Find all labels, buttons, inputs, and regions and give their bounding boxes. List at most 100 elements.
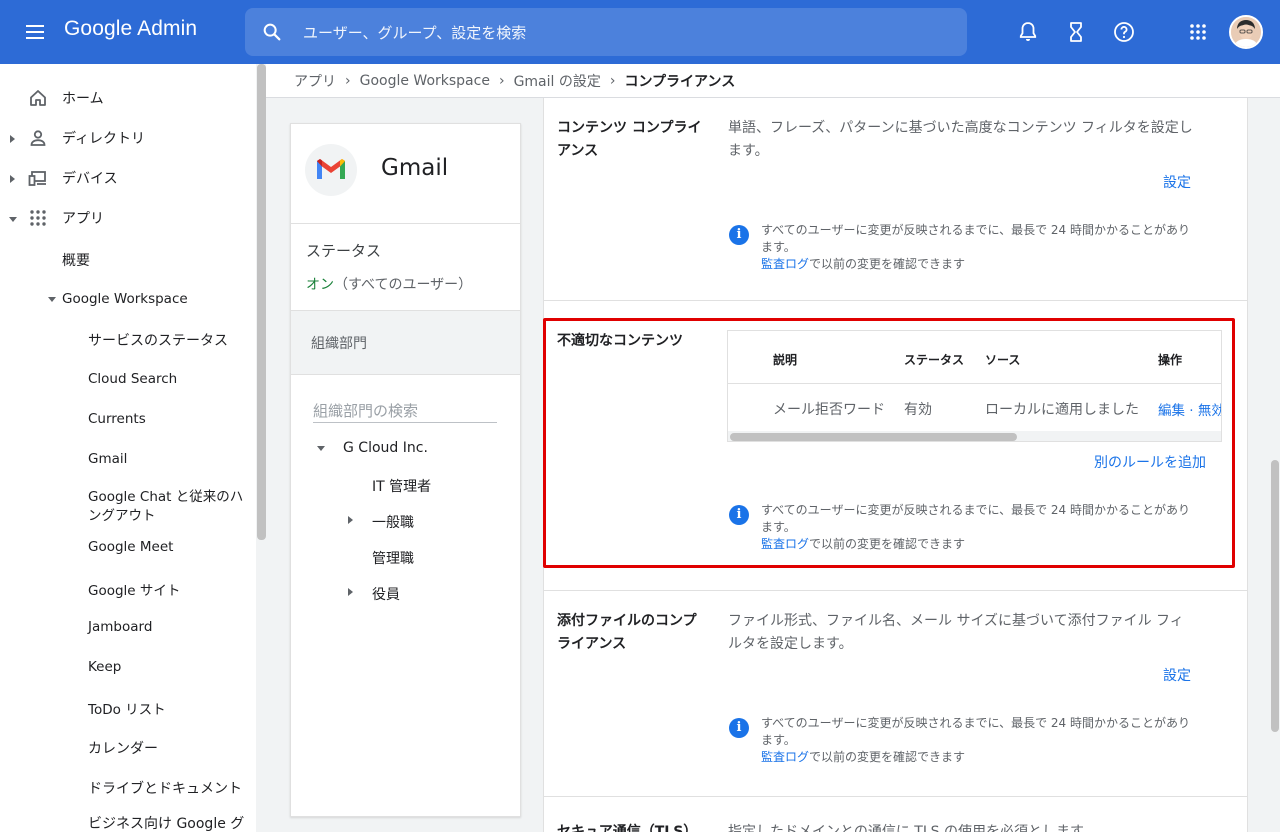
desc-line: ルタを設定します。: [728, 636, 853, 652]
info-line: ます。: [761, 240, 796, 254]
expand-arrow-icon[interactable]: [10, 175, 15, 183]
status-scope: （すべてのユーザー）: [334, 277, 473, 293]
chevron-right-icon: ›: [498, 72, 505, 89]
info-line: すべてのユーザーに変更が反映されるまでに、最長で 24 時間かかることがあり: [761, 716, 1190, 730]
nav-item-gmail[interactable]: Gmail: [88, 451, 127, 467]
info-line: で以前の変更を確認できます: [809, 750, 966, 764]
nav-item-google-workspace[interactable]: Google Workspace: [62, 291, 188, 307]
info-notice: すべてのユーザーに変更が反映されるまでに、最長で 24 時間かかることがあり ま…: [761, 715, 1223, 766]
status-on: オン: [306, 277, 334, 293]
highlight-box: [543, 318, 1235, 568]
info-icon: i: [729, 718, 749, 738]
divider: [291, 223, 520, 224]
nav-item-directory[interactable]: ディレクトリ: [28, 128, 145, 148]
chevron-right-icon: ›: [345, 72, 351, 89]
divider: [543, 300, 1248, 301]
section-desc-content-compliance: 単語、フレーズ、パターンに基づいた高度なコンテンツ フィルタを設定し ます。: [728, 117, 1228, 163]
hourglass-icon[interactable]: [1064, 20, 1088, 44]
expand-arrow-icon[interactable]: [348, 516, 353, 524]
breadcrumb-current: コンプライアンス: [624, 73, 736, 90]
title-line: コンテンツ コンプライ: [557, 120, 702, 136]
nav-item-calendar[interactable]: カレンダー: [88, 738, 158, 758]
devices-icon: [28, 171, 46, 186]
org-unit-header: 組織部門: [291, 311, 520, 374]
nav-item-jamboard[interactable]: Jamboard: [88, 619, 152, 635]
top-app-bar: Google Admin ユーザー、グループ、設定を検索: [0, 0, 1280, 64]
brand-logo[interactable]: Google Admin: [64, 17, 197, 41]
nav-item-google-sites[interactable]: Google サイト: [88, 579, 180, 599]
expand-arrow-icon[interactable]: [10, 135, 15, 143]
org-tree-item[interactable]: 役員: [372, 584, 400, 604]
status-label: ステータス: [306, 242, 382, 260]
person-icon: [30, 130, 46, 146]
help-icon[interactable]: [1112, 20, 1136, 44]
search-icon: [263, 23, 281, 41]
apps-grid-icon[interactable]: [1186, 20, 1210, 44]
nav-item-google-groups[interactable]: ビジネス向け Google グ: [88, 813, 244, 832]
nav-item-currents[interactable]: Currents: [88, 411, 146, 427]
section-title-secure-transport: セキュア通信（TLS）: [557, 824, 698, 832]
nav-item-google-meet[interactable]: Google Meet: [88, 539, 173, 555]
left-nav-scrollbar[interactable]: [257, 64, 266, 832]
scrollbar-thumb[interactable]: [257, 64, 266, 540]
breadcrumb-apps[interactable]: アプリ: [294, 71, 336, 91]
configure-button[interactable]: 設定: [1163, 172, 1191, 192]
divider: [543, 590, 1248, 591]
scrollbar-thumb[interactable]: [1271, 460, 1279, 732]
audit-log-link[interactable]: 監査ログ: [761, 257, 809, 271]
info-notice: すべてのユーザーに変更が反映されるまでに、最長で 24 時間かかることがあり ま…: [761, 222, 1223, 273]
org-tree-item[interactable]: 一般職: [372, 512, 414, 532]
app-title: Gmail: [381, 155, 449, 181]
bell-icon[interactable]: [1016, 20, 1040, 44]
configure-button[interactable]: 設定: [1163, 665, 1191, 685]
desc-line: 単語、フレーズ、パターンに基づいた高度なコンテンツ フィルタを設定し: [728, 120, 1193, 136]
nav-item-google-chat-line2[interactable]: ングアウト: [88, 504, 156, 524]
breadcrumb: アプリ › Google Workspace › Gmail の設定 › コンプ…: [266, 64, 1280, 98]
nav-item-apps[interactable]: アプリ: [28, 208, 104, 228]
nav-item-google-chat[interactable]: Google Chat と従来のハ: [88, 485, 243, 505]
nav-label: ディレクトリ: [62, 131, 146, 147]
nav-item-devices[interactable]: デバイス: [28, 168, 118, 188]
title-line: アンス: [557, 143, 599, 159]
breadcrumb-gmail-settings[interactable]: Gmail の設定: [514, 71, 601, 91]
desc-line: ます。: [728, 143, 769, 159]
collapse-arrow-icon[interactable]: [48, 297, 56, 302]
status-value[interactable]: オン（すべてのユーザー）: [306, 274, 472, 294]
org-tree-item[interactable]: IT 管理者: [372, 476, 431, 496]
org-search-input[interactable]: 組織部門の検索: [313, 400, 497, 423]
audit-log-link[interactable]: 監査ログ: [761, 750, 809, 764]
title-line: 添付ファイルのコンプ: [557, 613, 697, 629]
desc-line: ファイル形式、ファイル名、メール サイズに基づいて添付ファイル フィ: [728, 613, 1184, 629]
expand-arrow-icon[interactable]: [348, 588, 353, 596]
breadcrumb-google-workspace[interactable]: Google Workspace: [360, 73, 490, 89]
chevron-right-icon: ›: [609, 72, 616, 89]
section-title-content-compliance: コンテンツ コンプライ アンス: [557, 117, 712, 163]
org-tree-item[interactable]: 管理職: [372, 548, 414, 568]
left-navigation: ホーム ディレクトリ デバイス アプリ 概要 Google Workspace …: [0, 64, 256, 832]
search-input[interactable]: ユーザー、グループ、設定を検索: [303, 22, 526, 43]
nav-item-drive-docs[interactable]: ドライブとドキュメント: [88, 778, 242, 798]
gmail-icon: [317, 159, 345, 179]
search-box[interactable]: ユーザー、グループ、設定を検索: [245, 8, 967, 56]
org-tree-root[interactable]: G Cloud Inc.: [343, 440, 428, 456]
nav-label: アプリ: [62, 211, 104, 227]
gmail-logo: [305, 144, 357, 196]
apps-grid-icon: [30, 210, 46, 226]
collapse-arrow-icon[interactable]: [317, 446, 325, 451]
nav-item-overview[interactable]: 概要: [62, 250, 90, 270]
info-line: で以前の変更を確認できます: [809, 257, 966, 271]
nav-item-keep[interactable]: Keep: [88, 659, 121, 675]
main-scrollbar[interactable]: [1270, 98, 1280, 832]
nav-item-todo-list[interactable]: ToDo リスト: [88, 698, 166, 718]
info-line: すべてのユーザーに変更が反映されるまでに、最長で 24 時間かかることがあり: [761, 223, 1190, 237]
nav-item-home[interactable]: ホーム: [28, 88, 104, 108]
avatar[interactable]: [1229, 15, 1263, 49]
nav-item-cloud-search[interactable]: Cloud Search: [88, 371, 177, 387]
user-avatar-icon: [1231, 17, 1261, 47]
nav-item-service-status[interactable]: サービスのステータス: [88, 330, 228, 350]
divider: [543, 796, 1248, 797]
home-icon: [30, 90, 46, 106]
info-icon: i: [729, 225, 749, 245]
menu-icon[interactable]: [24, 20, 48, 44]
collapse-arrow-icon[interactable]: [9, 217, 17, 222]
